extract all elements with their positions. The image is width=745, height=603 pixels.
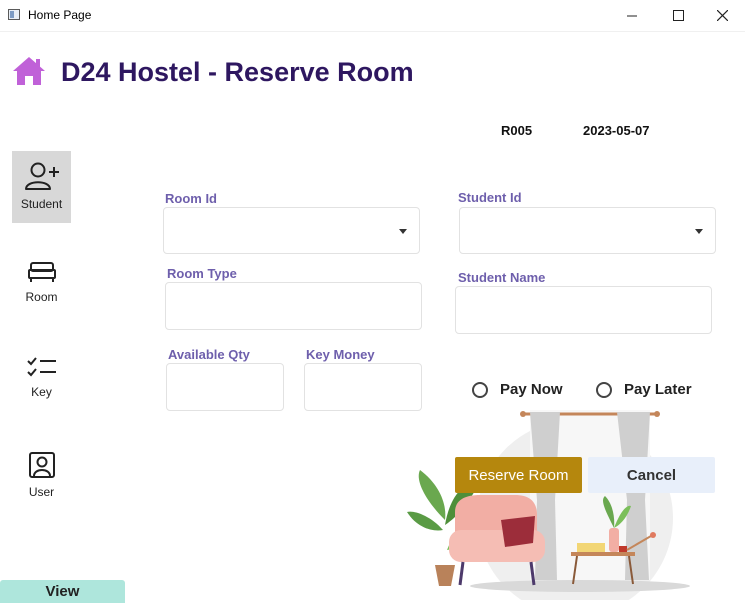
user-icon	[28, 452, 55, 478]
pay-later-label: Pay Later	[624, 381, 692, 398]
key-money-label: Key Money	[306, 347, 375, 362]
available-qty-label: Available Qty	[168, 347, 250, 362]
room-id-combobox[interactable]	[163, 207, 420, 254]
page-title: D24 Hostel - Reserve Room	[61, 57, 414, 87]
room-type-label: Room Type	[167, 266, 237, 281]
room-illustration	[407, 410, 690, 600]
reservation-id: R005	[501, 123, 533, 138]
sidebar-item-student[interactable]: Student	[12, 151, 71, 223]
window-title-bar: Home Page	[0, 0, 745, 32]
sidebar-item-room[interactable]: Room	[12, 250, 71, 322]
bed-icon	[27, 262, 56, 282]
pay-now-label: Pay Now	[500, 381, 563, 398]
sidebar-label-key: Key	[31, 385, 52, 399]
sidebar-label-room: Room	[25, 290, 58, 304]
student-name-label: Student Name	[458, 270, 546, 285]
radio-circle-icon	[596, 381, 612, 398]
pay-now-radio[interactable]: Pay Now	[472, 381, 563, 398]
student-id-label: Student Id	[458, 190, 522, 205]
cancel-button[interactable]: Cancel	[588, 457, 715, 493]
view-button[interactable]: View	[0, 580, 125, 603]
reserve-room-button[interactable]: Reserve Room	[455, 457, 582, 493]
home-icon	[13, 57, 45, 85]
chevron-down-icon	[399, 228, 407, 234]
app-window-icon	[8, 9, 20, 20]
sidebar-label-user: User	[28, 485, 55, 499]
checklist-icon	[26, 357, 56, 377]
minimize-button[interactable]	[609, 0, 655, 31]
chevron-down-icon	[695, 228, 703, 234]
pay-later-radio[interactable]: Pay Later	[596, 381, 692, 398]
room-type-field[interactable]	[165, 282, 422, 330]
sidebar-label-student: Student	[20, 197, 63, 211]
maximize-button[interactable]	[655, 0, 701, 31]
available-qty-field[interactable]	[166, 363, 284, 411]
minimize-icon	[627, 15, 637, 16]
add-user-icon	[24, 162, 59, 190]
reservation-date: 2023-05-07	[583, 123, 650, 138]
student-name-field[interactable]	[455, 286, 712, 334]
close-button[interactable]	[699, 0, 745, 31]
maximize-icon	[672, 10, 684, 21]
room-id-label: Room Id	[165, 191, 217, 206]
student-id-combobox[interactable]	[459, 207, 716, 254]
sidebar-item-user[interactable]: User	[12, 441, 71, 513]
sidebar-item-key[interactable]: Key	[12, 345, 71, 417]
radio-circle-icon	[472, 381, 488, 398]
window-title: Home Page	[28, 8, 92, 22]
close-icon	[716, 10, 728, 21]
